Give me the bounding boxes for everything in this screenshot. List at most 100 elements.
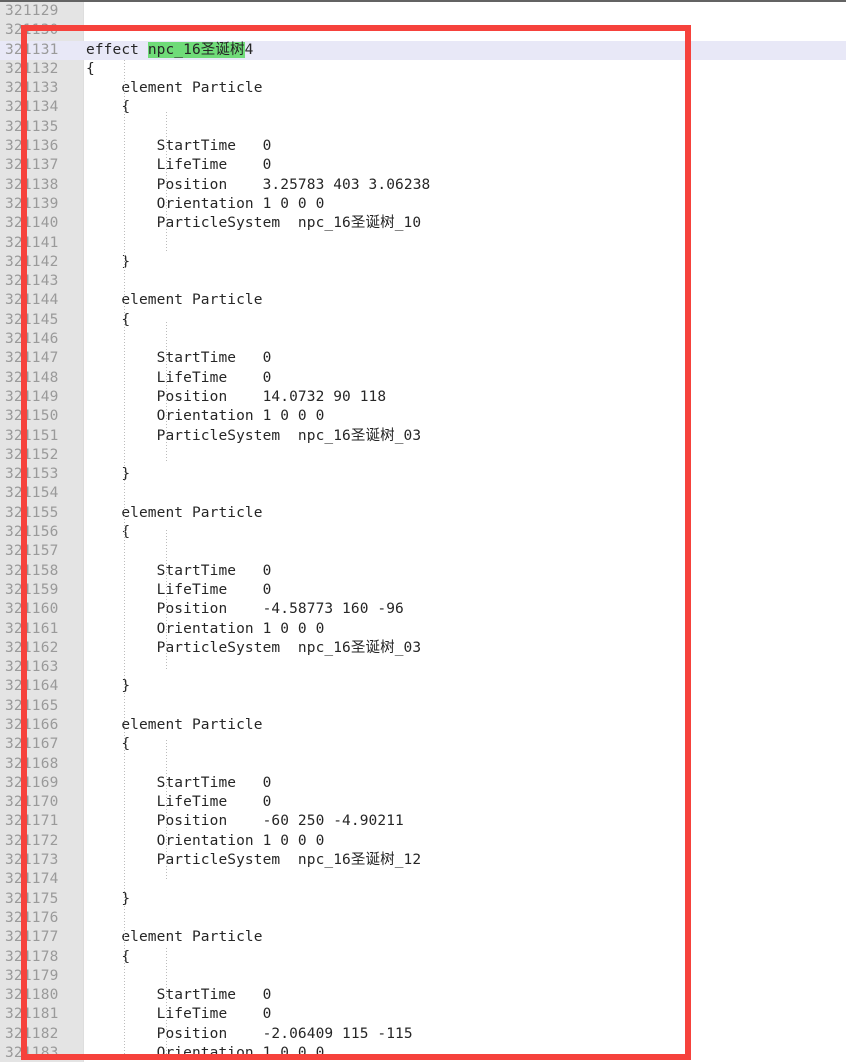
code-line[interactable]: 321167 { [0, 735, 846, 754]
code-line[interactable]: 321148 LifeTime 0 [0, 369, 846, 388]
code-line[interactable]: 321162 ParticleSystem npc_16圣诞树_03 [0, 639, 846, 658]
code-line[interactable]: 321132 { [0, 60, 846, 79]
code-line[interactable]: 321155 element Particle [0, 504, 846, 523]
code-line[interactable]: 321163 [0, 658, 846, 677]
code-line[interactable]: 321133 element Particle [0, 79, 846, 98]
code-line[interactable]: 321168 [0, 755, 846, 774]
code-line-text: LifeTime 0 [86, 1006, 272, 1023]
code-line[interactable]: 321158 StartTime 0 [0, 562, 846, 581]
code-line[interactable]: 321145 { [0, 311, 846, 330]
code-line[interactable]: 321144 element Particle [0, 291, 846, 310]
pane-divider [0, 0, 846, 2]
code-line[interactable]: 321151 ParticleSystem npc_16圣诞树_03 [0, 427, 846, 446]
code-line[interactable]: 321173 ParticleSystem npc_16圣诞树_12 [0, 851, 846, 870]
code-line[interactable]: 321181 LifeTime 0 [0, 1005, 846, 1024]
line-number: 321140 [5, 215, 59, 232]
code-line[interactable]: 321171 Position -60 250 -4.90211 [0, 812, 846, 831]
code-line[interactable]: 321147 StartTime 0 [0, 349, 846, 368]
code-line[interactable]: 321135 [0, 118, 846, 137]
code-keyword: effect [86, 41, 148, 58]
code-line-text: LifeTime 0 [86, 157, 272, 174]
code-line[interactable]: 321131 effect npc_16圣诞树4 [0, 40, 846, 60]
code-line-text: element Particle [86, 504, 263, 521]
code-line[interactable]: 321146 [0, 330, 846, 349]
code-line[interactable]: 321165 [0, 697, 846, 716]
code-line[interactable]: 321179 [0, 967, 846, 986]
line-number: 321178 [5, 948, 59, 965]
line-number: 321153 [5, 466, 59, 483]
code-line-text: Position -4.58773 160 -96 [86, 601, 404, 618]
line-number: 321172 [5, 832, 59, 849]
code-line[interactable]: 321129 [0, 2, 846, 21]
code-line[interactable]: 321170 LifeTime 0 [0, 793, 846, 812]
line-number: 321183 [5, 1045, 59, 1062]
code-line-text: Position -2.06409 115 -115 [86, 1025, 413, 1042]
line-number: 321138 [5, 176, 59, 193]
code-line[interactable]: 321138 Position 3.25783 403 3.06238 [0, 176, 846, 195]
code-editor-screenshot: 321129 321130 321131 effect npc_16圣诞树4 32113… [0, 0, 846, 1062]
line-number: 321167 [5, 736, 59, 753]
code-line[interactable]: 321180 StartTime 0 [0, 986, 846, 1005]
code-identifier-suffix: 4 [244, 41, 254, 58]
code-line-text: Orientation 1 0 0 0 [86, 195, 325, 212]
code-line[interactable]: 321157 [0, 542, 846, 561]
line-number: 321143 [5, 273, 59, 290]
code-line[interactable]: 321154 [0, 484, 846, 503]
line-number: 321175 [5, 890, 59, 907]
code-line-text: Position 14.0732 90 118 [86, 388, 387, 405]
line-number: 321136 [5, 138, 59, 155]
line-number: 321154 [5, 485, 59, 502]
code-line-text: ParticleSystem npc_16圣诞树_10 [86, 215, 422, 232]
code-line-text: effect npc_16圣诞树4 [86, 41, 253, 60]
code-line[interactable]: 321139 Orientation 1 0 0 0 [0, 195, 846, 214]
code-line-text: element Particle [86, 292, 263, 309]
code-line-text: Orientation 1 0 0 0 [86, 1045, 325, 1062]
code-line[interactable]: 321177 element Particle [0, 928, 846, 947]
code-line[interactable]: 321152 [0, 446, 846, 465]
code-line-text: Position -60 250 -4.90211 [86, 813, 404, 830]
code-line-text: StartTime 0 [86, 350, 272, 367]
code-line[interactable]: 321183 Orientation 1 0 0 0 [0, 1044, 846, 1062]
code-line[interactable]: 321143 [0, 272, 846, 291]
line-number: 321161 [5, 620, 59, 637]
line-number: 321145 [5, 311, 59, 328]
code-line[interactable]: 321166 element Particle [0, 716, 846, 735]
code-line[interactable]: 321142 } [0, 253, 846, 272]
code-line[interactable]: 321182 Position -2.06409 115 -115 [0, 1025, 846, 1044]
code-line-text: LifeTime 0 [86, 794, 272, 811]
code-line[interactable]: 321150 Orientation 1 0 0 0 [0, 407, 846, 426]
line-number: 321182 [5, 1025, 59, 1042]
code-line[interactable]: 321178 { [0, 948, 846, 967]
code-line[interactable]: 321169 StartTime 0 [0, 774, 846, 793]
code-line[interactable]: 321175 } [0, 890, 846, 909]
code-line[interactable]: 321140 ParticleSystem npc_16圣诞树_10 [0, 214, 846, 233]
code-line[interactable]: 321134 { [0, 98, 846, 117]
line-number: 321173 [5, 852, 59, 869]
code-line[interactable]: 321164 } [0, 677, 846, 696]
code-line[interactable]: 321137 LifeTime 0 [0, 156, 846, 175]
code-line[interactable]: 321160 Position -4.58773 160 -96 [0, 600, 846, 619]
code-line-text: StartTime 0 [86, 138, 272, 155]
line-number: 321149 [5, 388, 59, 405]
code-text-area[interactable]: 321129 321130 321131 effect npc_16圣诞树4 32113… [0, 2, 846, 1062]
code-line[interactable]: 321172 Orientation 1 0 0 0 [0, 832, 846, 851]
line-number: 321148 [5, 369, 59, 386]
code-line[interactable]: 321149 Position 14.0732 90 118 [0, 388, 846, 407]
code-line-text: element Particle [86, 929, 263, 946]
code-line[interactable]: 321141 [0, 234, 846, 253]
line-number: 321170 [5, 794, 59, 811]
code-line[interactable]: 321161 Orientation 1 0 0 0 [0, 620, 846, 639]
line-number: 321163 [5, 659, 59, 676]
code-line[interactable]: 321159 LifeTime 0 [0, 581, 846, 600]
code-line[interactable]: 321176 [0, 909, 846, 928]
line-number: 321146 [5, 331, 59, 348]
code-line[interactable]: 321136 StartTime 0 [0, 137, 846, 156]
code-line[interactable]: 321156 { [0, 523, 846, 542]
code-line[interactable]: 321174 [0, 870, 846, 889]
code-line[interactable]: 321153 } [0, 465, 846, 484]
code-line-text: StartTime 0 [86, 774, 272, 791]
code-line-text: Orientation 1 0 0 0 [86, 408, 325, 425]
code-line[interactable]: 321130 [0, 21, 846, 40]
line-number: 321131 [5, 41, 59, 58]
line-number: 321150 [5, 408, 59, 425]
